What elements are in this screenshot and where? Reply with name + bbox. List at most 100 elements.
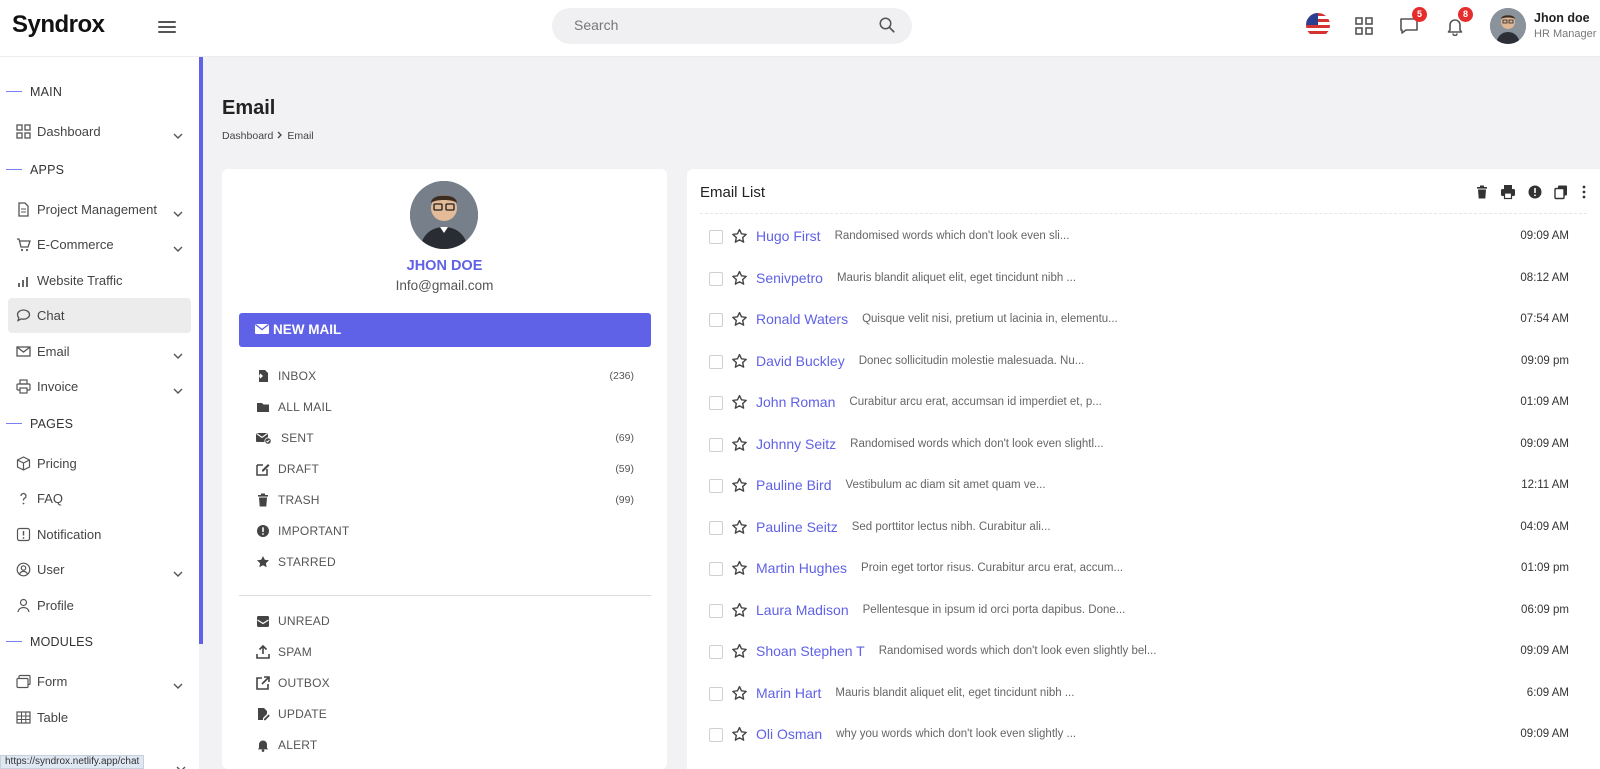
email-checkbox[interactable] [709, 396, 723, 410]
label-alert[interactable]: ALERT [256, 736, 634, 756]
email-sender[interactable]: Hugo First [756, 228, 821, 244]
email-snippet[interactable]: Randomised words which don't look even s… [850, 438, 1103, 450]
user-avatar[interactable] [1490, 8, 1526, 44]
email-row[interactable]: Hugo First Randomised words which don't l… [709, 225, 1569, 249]
email-sender[interactable]: Senivpetro [756, 270, 823, 286]
star-outline-icon[interactable] [731, 519, 748, 541]
sidebar-item-project-management[interactable]: Project Management [8, 192, 191, 227]
email-sender[interactable]: Laura Madison [756, 602, 849, 618]
sidebar-item-form[interactable]: Form [8, 664, 191, 699]
email-checkbox[interactable] [709, 437, 723, 452]
email-sender[interactable]: David Buckley [756, 353, 845, 369]
folder-starred[interactable]: STARRED [256, 553, 634, 573]
email-snippet[interactable]: Curabitur arcu erat, accumsan id imperdi… [849, 396, 1101, 408]
folder-trash[interactable]: TRASH (99) [256, 491, 634, 511]
label-outbox[interactable]: OUTBOX [256, 674, 634, 694]
email-snippet[interactable]: Mauris blandit aliquet elit, eget tincid… [835, 687, 1074, 699]
email-checkbox[interactable] [709, 728, 723, 742]
user-name[interactable]: Jhon doe [1534, 11, 1590, 25]
folder-all-mail[interactable]: ALL MAIL [256, 398, 634, 418]
folder-important[interactable]: IMPORTANT [256, 522, 634, 542]
email-row[interactable]: Johnny Seitz Randomised words which don't… [709, 433, 1569, 457]
email-row[interactable]: Senivpetro Mauris blandit aliquet elit, e… [709, 267, 1569, 291]
email-snippet[interactable]: Vestibulum ac diam sit amet quam ve... [846, 479, 1046, 491]
email-sender[interactable]: Shoan Stephen T [756, 643, 865, 659]
email-sender[interactable]: Pauline Seitz [756, 519, 838, 535]
star-outline-icon[interactable] [731, 685, 748, 707]
search-icon[interactable] [878, 16, 896, 39]
email-sender[interactable]: Marin Hart [756, 685, 821, 701]
sidebar-item-email[interactable]: Email [8, 334, 191, 369]
sidebar-item-faq[interactable]: FAQ [8, 481, 191, 516]
sidebar-item-chat[interactable]: Chat [8, 298, 191, 333]
star-outline-icon[interactable] [731, 270, 748, 292]
language-flag-icon[interactable] [1306, 13, 1330, 37]
email-snippet[interactable]: Pellentesque in ipsum id orci porta dapi… [863, 604, 1126, 616]
email-checkbox[interactable] [709, 645, 723, 659]
email-checkbox[interactable] [709, 313, 723, 327]
app-logo[interactable]: Syndrox [12, 11, 105, 39]
folder-sent[interactable]: SENT (69) [256, 429, 634, 449]
star-outline-icon[interactable] [731, 353, 748, 375]
label-unread[interactable]: UNREAD [256, 612, 634, 632]
email-row[interactable]: Ronald Waters Quisque velit nisi, pretium… [709, 308, 1569, 332]
sidebar-item-notification[interactable]: Notification [8, 517, 191, 552]
print-icon[interactable] [1500, 184, 1516, 200]
sidebar-scrollbar[interactable] [199, 57, 203, 644]
email-sender[interactable]: Martin Hughes [756, 560, 847, 576]
email-snippet[interactable]: Proin eget tortor risus. Curabitur arcu … [861, 562, 1123, 574]
email-row[interactable]: John Roman Curabitur arcu erat, accumsan … [709, 391, 1569, 415]
email-row[interactable]: Pauline Seitz Sed porttitor lectus nibh. … [709, 516, 1569, 540]
search-input[interactable] [574, 17, 854, 33]
email-snippet[interactable]: Donec sollicitudin molestie malesuada. N… [859, 355, 1085, 367]
email-snippet[interactable]: Quisque velit nisi, pretium ut lacinia i… [862, 313, 1118, 325]
sidebar-item-ecommerce[interactable]: E-Commerce [8, 227, 191, 262]
star-outline-icon[interactable] [731, 311, 748, 333]
email-row[interactable]: Laura Madison Pellentesque in ipsum id or… [709, 599, 1569, 623]
star-outline-icon[interactable] [731, 643, 748, 665]
sidebar-item-website-traffic[interactable]: Website Traffic [8, 263, 191, 298]
email-snippet[interactable]: why you words which don't look even slig… [836, 728, 1076, 740]
sidebar-item-pricing[interactable]: Pricing [8, 446, 191, 481]
sidebar-item-dashboard[interactable]: Dashboard [8, 114, 191, 149]
report-icon[interactable] [1527, 184, 1543, 200]
email-checkbox[interactable] [709, 479, 723, 493]
star-outline-icon[interactable] [731, 436, 748, 458]
star-outline-icon[interactable] [731, 560, 748, 582]
folder-inbox[interactable]: INBOX (236) [256, 367, 634, 387]
email-sender[interactable]: Ronald Waters [756, 311, 848, 327]
folder-draft[interactable]: DRAFT (59) [256, 460, 634, 480]
label-update[interactable]: UPDATE [256, 705, 634, 725]
email-row[interactable]: Martin Hughes Proin eget tortor risus. Cu… [709, 557, 1569, 581]
email-row[interactable]: Pauline Bird Vestibulum ac diam sit amet … [709, 474, 1569, 498]
star-outline-icon[interactable] [731, 602, 748, 624]
star-outline-icon[interactable] [731, 477, 748, 499]
star-outline-icon[interactable] [731, 228, 748, 250]
email-snippet[interactable]: Randomised words which don't look even s… [835, 230, 1070, 242]
email-sender[interactable]: Johnny Seitz [756, 436, 836, 452]
apps-grid-icon[interactable] [1352, 14, 1376, 38]
email-checkbox[interactable] [709, 271, 723, 286]
new-mail-button[interactable]: NEW MAIL [239, 313, 651, 347]
delete-icon[interactable] [1474, 184, 1490, 200]
star-outline-icon[interactable] [731, 726, 748, 748]
sidebar-item-profile[interactable]: Profile [8, 588, 191, 623]
menu-toggle-icon[interactable] [158, 18, 176, 36]
email-row[interactable]: David Buckley Donec sollicitudin molestie… [709, 350, 1569, 374]
email-sender[interactable]: Pauline Bird [756, 477, 832, 493]
email-row[interactable]: Shoan Stephen T Randomised words which do… [709, 640, 1569, 664]
email-snippet[interactable]: Mauris blandit aliquet elit, eget tincid… [837, 272, 1076, 284]
more-vertical-icon[interactable] [1576, 184, 1592, 200]
email-snippet[interactable]: Randomised words which don't look even s… [879, 645, 1157, 657]
sidebar-item-invoice[interactable]: Invoice [8, 369, 191, 404]
email-snippet[interactable]: Sed porttitor lectus nibh. Curabitur ali… [852, 521, 1051, 533]
email-checkbox[interactable] [709, 354, 723, 369]
star-outline-icon[interactable] [731, 394, 748, 416]
email-checkbox[interactable] [709, 230, 723, 244]
email-checkbox[interactable] [709, 562, 723, 576]
notifications-icon[interactable]: 8 [1443, 7, 1473, 38]
email-row[interactable]: Oli Osman why you words which don't look … [709, 723, 1569, 747]
email-row[interactable]: Marin Hart Mauris blandit aliquet elit, e… [709, 682, 1569, 706]
email-checkbox[interactable] [709, 603, 723, 618]
email-checkbox[interactable] [709, 686, 723, 701]
